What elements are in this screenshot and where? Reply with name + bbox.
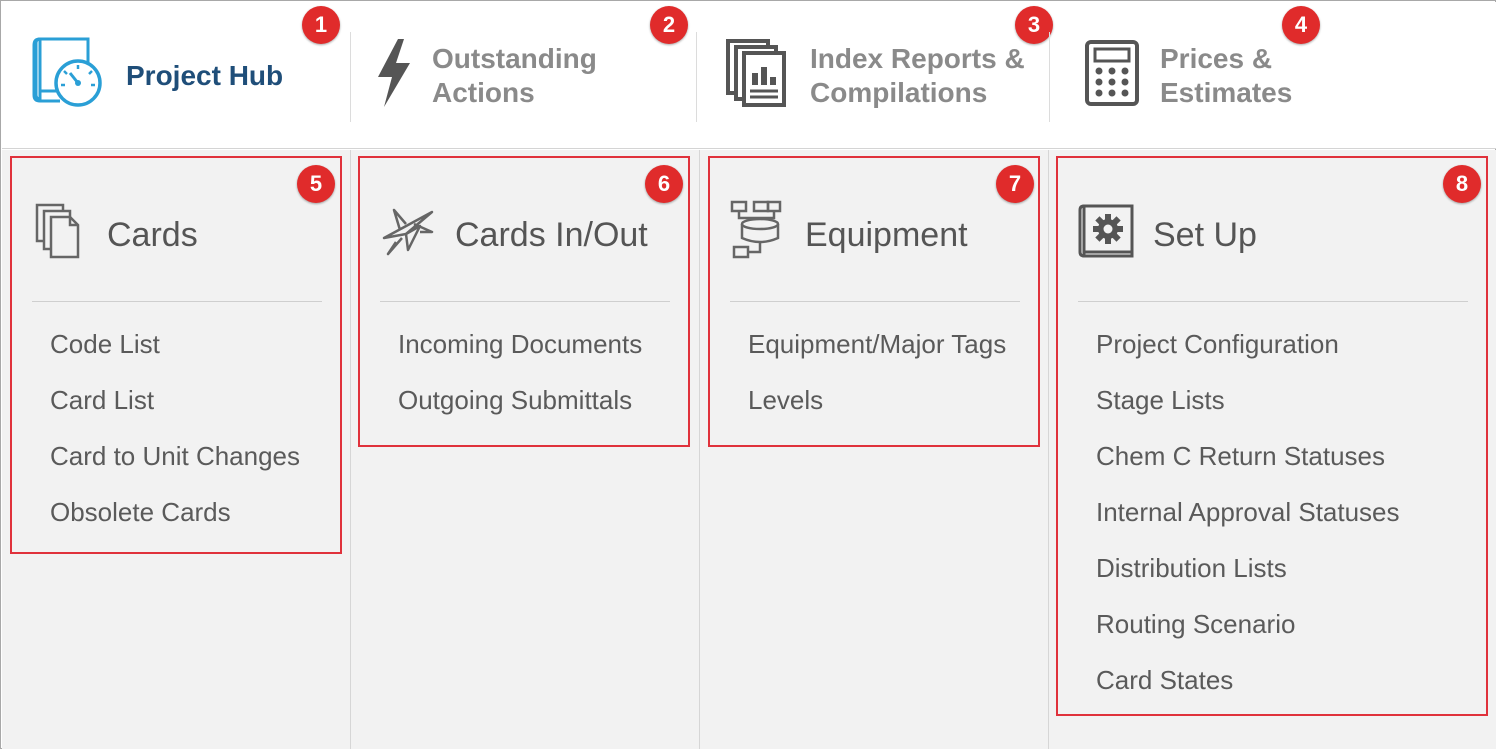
panel-title: Cards In/Out [455,216,648,254]
top-navigation: Project Hub 1 Outstanding Actions 2 Inde… [2,2,1496,149]
panel-cards: Cards Code List Card List Card to Unit C… [10,156,342,554]
callout-badge-5: 5 [297,165,335,203]
settings-gear-icon [1078,202,1134,263]
link-card-states[interactable]: Card States [1096,664,1400,720]
link-card-list[interactable]: Card List [50,384,300,440]
panel-header: Set Up [1058,158,1486,303]
panel-divider [32,301,322,302]
panel-link-list: Project Configuration Stage Lists Chem C… [1096,328,1400,720]
column-divider [1048,150,1049,749]
nav-project-hub[interactable]: Project Hub [30,2,283,149]
equipment-diagram-icon [730,200,788,265]
project-hub-gauge-icon [30,37,106,114]
nav-label-index-reports: Index Reports & Compilations [810,42,1025,108]
cards-stack-icon [34,202,82,265]
panel-title: Set Up [1153,216,1257,254]
panel-divider [380,301,670,302]
link-chem-c-return-statuses[interactable]: Chem C Return Statuses [1096,440,1400,496]
nav-prices-estimates[interactable]: Prices & Estimates [1084,2,1292,149]
panel-header: Cards In/Out [360,158,688,303]
panel-link-list: Code List Card List Card to Unit Changes… [50,328,300,552]
nav-label-project-hub: Project Hub [126,59,284,91]
panel-link-list: Incoming Documents Outgoing Submittals [398,328,642,440]
column-divider [350,150,351,749]
panel-equipment: Equipment Equipment/Major Tags Levels [708,156,1040,447]
nav-label-outstanding-actions: Outstanding Actions [432,42,597,108]
panel-link-list: Equipment/Major Tags Levels [748,328,1006,440]
panel-title: Equipment [805,216,968,254]
callout-badge-2: 2 [650,6,688,44]
link-project-configuration[interactable]: Project Configuration [1096,328,1400,384]
link-obsolete-cards[interactable]: Obsolete Cards [50,496,300,552]
panel-set-up: Set Up Project Configuration Stage Lists… [1056,156,1488,716]
nav-divider [1049,32,1050,122]
nav-divider [350,32,351,122]
link-outgoing-submittals[interactable]: Outgoing Submittals [398,384,642,440]
link-code-list[interactable]: Code List [50,328,300,384]
lightning-bolt-icon [374,37,414,114]
callout-badge-7: 7 [996,165,1034,203]
panel-cards-in-out: Cards In/Out Incoming Documents Outgoing… [358,156,690,447]
nav-divider [696,32,697,122]
link-equipment-major-tags[interactable]: Equipment/Major Tags [748,328,1006,384]
panel-divider [1078,301,1468,302]
link-incoming-documents[interactable]: Incoming Documents [398,328,642,384]
panel-header: Cards [12,158,340,303]
callout-badge-6: 6 [645,165,683,203]
link-routing-scenario[interactable]: Routing Scenario [1096,608,1400,664]
nav-label-prices-estimates: Prices & Estimates [1160,42,1293,108]
column-divider [699,150,700,749]
callout-badge-8: 8 [1443,165,1481,203]
callout-badge-1: 1 [302,6,340,44]
panel-divider [730,301,1020,302]
link-stage-lists[interactable]: Stage Lists [1096,384,1400,440]
link-distribution-lists[interactable]: Distribution Lists [1096,552,1400,608]
panel-header: Equipment [710,158,1038,303]
panel-title: Cards [107,216,198,254]
calculator-icon [1084,39,1140,112]
paper-planes-icon [380,204,436,265]
callout-badge-4: 4 [1282,6,1320,44]
reports-stack-icon [724,37,804,114]
callout-badge-3: 3 [1015,6,1053,44]
content-area: Cards Code List Card List Card to Unit C… [2,150,1496,749]
nav-outstanding-actions[interactable]: Outstanding Actions [374,2,597,149]
app-frame: Project Hub 1 Outstanding Actions 2 Inde… [0,0,1496,749]
link-card-to-unit-changes[interactable]: Card to Unit Changes [50,440,300,496]
nav-index-reports[interactable]: Index Reports & Compilations [724,2,1025,149]
link-levels[interactable]: Levels [748,384,1006,440]
link-internal-approval-statuses[interactable]: Internal Approval Statuses [1096,496,1400,552]
